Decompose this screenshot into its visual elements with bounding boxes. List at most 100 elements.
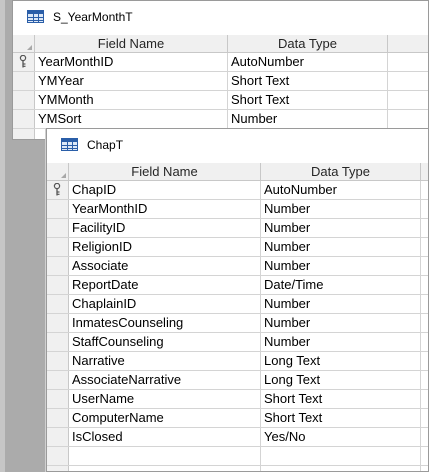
row-selector[interactable] — [47, 295, 69, 313]
data-type-cell[interactable]: AutoNumber — [228, 53, 388, 71]
data-type-cell[interactable]: Short Text — [261, 409, 421, 427]
row-selector[interactable] — [47, 257, 69, 275]
row-selector[interactable] — [13, 91, 35, 109]
field-row[interactable]: YMYear Short Text — [13, 72, 428, 91]
field-row[interactable]: Associate Number — [47, 257, 428, 276]
data-type-cell[interactable]: AutoNumber — [261, 181, 421, 199]
field-row[interactable]: Narrative Long Text — [47, 352, 428, 371]
data-type-cell[interactable]: Number — [261, 238, 421, 256]
empty-field-row[interactable] — [47, 466, 428, 471]
grid-header: Field Name Data Type — [47, 163, 428, 181]
field-name-cell[interactable]: ChaplainID — [69, 295, 261, 313]
design-window-chapt[interactable]: ChapT Field Name Data Type ChapID AutoNum… — [46, 128, 429, 472]
data-type-cell[interactable]: Short Text — [228, 91, 388, 109]
column-header-data-type[interactable]: Data Type — [261, 163, 421, 180]
field-row[interactable]: YMSort Number — [13, 110, 428, 129]
data-type-cell[interactable]: Yes/No — [261, 428, 421, 446]
data-type-cell[interactable]: Number — [261, 333, 421, 351]
field-name-cell[interactable]: IsClosed — [69, 428, 261, 446]
data-type-cell[interactable] — [261, 466, 421, 471]
data-type-cell[interactable]: Number — [261, 295, 421, 313]
data-type-cell[interactable]: Long Text — [261, 352, 421, 370]
field-row[interactable]: ComputerName Short Text — [47, 409, 428, 428]
field-name-cell[interactable]: InmatesCounseling — [69, 314, 261, 332]
row-selector[interactable] — [47, 238, 69, 256]
field-name-cell[interactable]: ReligionID — [69, 238, 261, 256]
field-name-cell[interactable]: ChapID — [69, 181, 261, 199]
workspace-edge — [0, 0, 5, 472]
data-type-cell[interactable]: Number — [261, 219, 421, 237]
field-name-cell[interactable]: AssociateNarrative — [69, 371, 261, 389]
window-titlebar[interactable]: ChapT — [47, 129, 428, 163]
data-type-cell[interactable]: Date/Time — [261, 276, 421, 294]
data-type-cell[interactable]: Number — [261, 314, 421, 332]
field-row[interactable]: ChapID AutoNumber — [47, 181, 428, 200]
row-selector[interactable] — [13, 129, 35, 139]
window-title: ChapT — [87, 138, 124, 152]
field-name-cell[interactable]: Associate — [69, 257, 261, 275]
row-selector[interactable] — [13, 53, 35, 71]
row-selector[interactable] — [47, 390, 69, 408]
empty-field-row[interactable] — [47, 447, 428, 466]
row-selector[interactable] — [47, 333, 69, 351]
field-name-cell[interactable]: StaffCounseling — [69, 333, 261, 351]
row-selector[interactable] — [47, 219, 69, 237]
field-row[interactable]: YMMonth Short Text — [13, 91, 428, 110]
row-selector[interactable] — [47, 428, 69, 446]
design-window-s-yearmontht[interactable]: S_YearMonthT Field Name Data Type YearMo… — [12, 0, 429, 140]
field-row[interactable]: FacilityID Number — [47, 219, 428, 238]
field-name-cell[interactable] — [69, 466, 261, 471]
field-row[interactable]: AssociateNarrative Long Text — [47, 371, 428, 390]
field-name-cell[interactable] — [69, 447, 261, 465]
field-row[interactable]: YearMonthID AutoNumber — [13, 53, 428, 72]
column-header-field-name[interactable]: Field Name — [35, 35, 228, 52]
field-name-cell[interactable]: YearMonthID — [35, 53, 228, 71]
row-selector[interactable] — [47, 466, 69, 471]
row-selector[interactable] — [47, 276, 69, 294]
field-row[interactable]: ReligionID Number — [47, 238, 428, 257]
row-selector[interactable] — [47, 181, 69, 199]
data-type-cell[interactable]: Number — [261, 257, 421, 275]
row-selector[interactable] — [13, 72, 35, 90]
row-selector[interactable] — [13, 110, 35, 128]
key-icon — [19, 55, 27, 68]
field-name-cell[interactable]: FacilityID — [69, 219, 261, 237]
field-row[interactable]: UserName Short Text — [47, 390, 428, 409]
field-name-cell[interactable]: YMYear — [35, 72, 228, 90]
field-name-cell[interactable]: ComputerName — [69, 409, 261, 427]
field-name-cell[interactable]: ReportDate — [69, 276, 261, 294]
row-selector[interactable] — [47, 200, 69, 218]
column-header-field-name[interactable]: Field Name — [69, 163, 261, 180]
data-type-cell[interactable]: Number — [261, 200, 421, 218]
select-all-corner[interactable] — [47, 163, 69, 180]
table-icon — [61, 138, 78, 151]
field-row[interactable]: IsClosed Yes/No — [47, 428, 428, 447]
data-type-cell[interactable] — [261, 447, 421, 465]
window-titlebar[interactable]: S_YearMonthT — [13, 1, 428, 35]
data-type-cell[interactable]: Short Text — [228, 72, 388, 90]
grid-header: Field Name Data Type — [13, 35, 428, 53]
select-all-corner[interactable] — [13, 35, 35, 52]
field-row[interactable]: YearMonthID Number — [47, 200, 428, 219]
field-name-cell[interactable]: UserName — [69, 390, 261, 408]
field-row[interactable]: InmatesCounseling Number — [47, 314, 428, 333]
data-type-cell[interactable]: Number — [228, 110, 388, 128]
field-name-cell[interactable]: Narrative — [69, 352, 261, 370]
field-row[interactable]: StaffCounseling Number — [47, 333, 428, 352]
field-name-cell[interactable]: YMMonth — [35, 91, 228, 109]
window-title: S_YearMonthT — [53, 10, 133, 24]
row-selector[interactable] — [47, 371, 69, 389]
row-selector[interactable] — [47, 352, 69, 370]
row-selector[interactable] — [47, 447, 69, 465]
column-header-data-type[interactable]: Data Type — [228, 35, 388, 52]
field-name-cell[interactable]: YMSort — [35, 110, 228, 128]
field-row[interactable]: ChaplainID Number — [47, 295, 428, 314]
key-icon — [53, 183, 61, 196]
table-icon — [27, 10, 44, 23]
row-selector[interactable] — [47, 314, 69, 332]
data-type-cell[interactable]: Long Text — [261, 371, 421, 389]
row-selector[interactable] — [47, 409, 69, 427]
data-type-cell[interactable]: Short Text — [261, 390, 421, 408]
field-name-cell[interactable]: YearMonthID — [69, 200, 261, 218]
field-row[interactable]: ReportDate Date/Time — [47, 276, 428, 295]
